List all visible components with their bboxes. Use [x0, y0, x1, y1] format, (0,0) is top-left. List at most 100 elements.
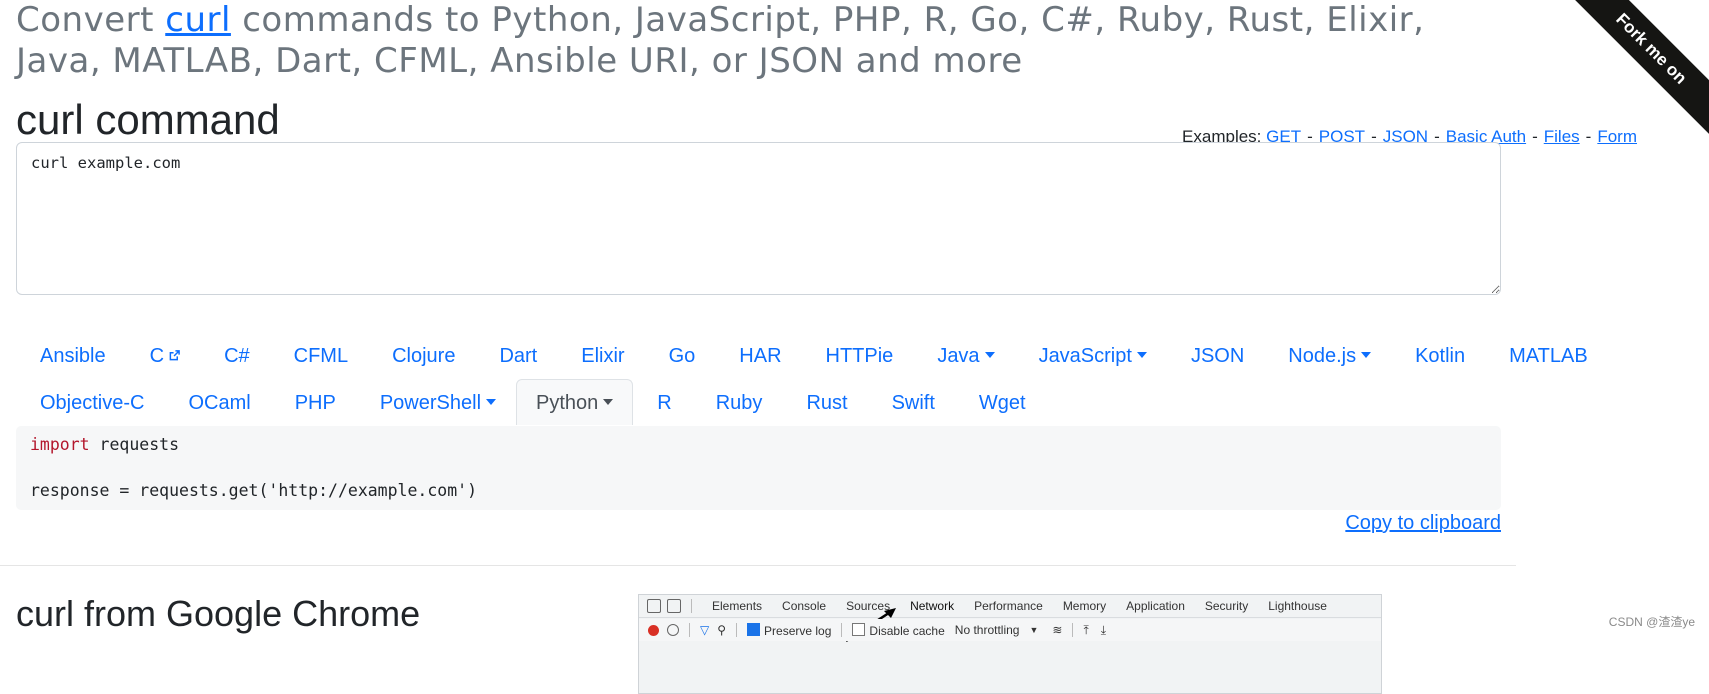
tab-r[interactable]: R — [633, 379, 691, 425]
preserve-log-checkbox: Preserve log — [747, 622, 832, 638]
copy-to-clipboard-link[interactable]: Copy to clipboard — [1345, 512, 1501, 535]
search-icon: ⚲ — [717, 623, 727, 637]
tab-java[interactable]: Java — [913, 332, 1014, 378]
inspect-element-icon — [647, 599, 661, 613]
watermark-text: CSDN @渣渣ye — [1608, 615, 1695, 629]
tab-php[interactable]: PHP — [271, 379, 356, 425]
tab-label: Clojure — [392, 345, 456, 367]
separator — [736, 623, 738, 637]
devtools-tab-network: Network — [910, 599, 955, 613]
record-icon — [648, 624, 659, 636]
chevron-down-icon — [486, 399, 497, 405]
tab-powershell[interactable]: PowerShell — [356, 379, 516, 425]
language-tabs-row-2: Objective-C OCaml PHP PowerShell Python … — [16, 379, 1046, 425]
code-import-rest: requests — [89, 435, 180, 454]
tab-label: Kotlin — [1415, 345, 1466, 367]
checkbox-unchecked-icon — [852, 622, 866, 636]
upload-icon: ⤒ — [1083, 622, 1089, 637]
tab-javascript[interactable]: JavaScript — [1015, 332, 1167, 378]
devtools-tab-console: Console — [782, 599, 827, 613]
throttling-select: No throttling — [954, 623, 1020, 637]
devtools-network-toolbar: ▽ ⚲ Preserve log Disable cache No thrott… — [639, 619, 1381, 641]
download-icon: ⤓ — [1100, 622, 1107, 637]
tab-objective-c[interactable]: Objective-C — [16, 379, 164, 425]
tab-label: Wget — [978, 392, 1026, 414]
tab-go[interactable]: Go — [645, 332, 716, 378]
tab-label: Java — [937, 345, 980, 367]
tab-label: Elixir — [581, 345, 625, 367]
devtools-tab-elements: Elements — [712, 599, 763, 613]
chevron-down-icon — [984, 352, 995, 358]
disable-cache-label: Disable cache — [869, 623, 945, 638]
separator — [691, 599, 692, 613]
separator: - — [1585, 127, 1592, 146]
curl-link[interactable]: curl — [165, 0, 231, 40]
chevron-down-icon — [1136, 352, 1147, 358]
curl-command-input[interactable] — [16, 142, 1501, 295]
page-hero-title: Convert curl commands to Python, JavaScr… — [16, 0, 1456, 82]
tab-label: Swift — [891, 392, 935, 414]
tab-label: R — [657, 392, 672, 414]
devtools-tab-application: Application — [1126, 599, 1185, 613]
devtools-tab-security: Security — [1204, 599, 1249, 613]
tab-label: Ruby — [715, 392, 763, 414]
tab-label: Node.js — [1288, 345, 1357, 367]
section-divider — [0, 565, 1516, 566]
language-tabs-row-1: Ansible C C# CFML Clojure Dart Elixir Go… — [16, 332, 1608, 378]
chevron-down-icon: ▼ — [1029, 625, 1039, 635]
device-toolbar-icon — [667, 599, 681, 613]
separator — [689, 623, 690, 637]
separator — [1072, 623, 1074, 637]
separator: - — [1532, 127, 1538, 146]
tab-ansible[interactable]: Ansible — [16, 332, 126, 378]
tab-label: Go — [668, 345, 696, 367]
chevron-down-icon — [1361, 352, 1372, 358]
tab-wget[interactable]: Wget — [955, 379, 1046, 425]
example-form-link[interactable]: Form — [1597, 127, 1637, 146]
tab-cfml[interactable]: CFML — [270, 332, 368, 378]
code-response-line: response = requests.get('http://example.… — [30, 481, 478, 500]
tab-csharp[interactable]: C# — [200, 332, 270, 378]
tab-label: MATLAB — [1509, 345, 1588, 367]
tab-label: HAR — [739, 345, 782, 367]
tab-label: JavaScript — [1038, 345, 1132, 367]
tab-label: Python — [536, 392, 599, 414]
tab-label: PHP — [294, 392, 336, 414]
tab-rust[interactable]: Rust — [782, 379, 867, 425]
filter-icon: ▽ — [700, 623, 710, 637]
tab-label: C# — [224, 345, 250, 367]
tab-label: HTTPie — [825, 345, 894, 367]
tab-nodejs[interactable]: Node.js — [1264, 332, 1391, 378]
tab-swift[interactable]: Swift — [868, 379, 955, 425]
tab-label: OCaml — [188, 392, 251, 414]
devtools-tab-bar: Elements Console Sources Network Perform… — [639, 595, 1381, 618]
tab-python[interactable]: Python — [516, 379, 634, 425]
example-files-link[interactable]: Files — [1544, 127, 1580, 146]
tab-dart[interactable]: Dart — [475, 332, 557, 378]
clear-icon — [667, 624, 679, 636]
preserve-log-label: Preserve log — [764, 623, 832, 638]
chrome-section-heading: curl from Google Chrome — [16, 593, 421, 634]
devtools-tab-lighthouse: Lighthouse — [1268, 599, 1327, 613]
devtools-tab-performance: Performance — [974, 599, 1043, 613]
tab-json[interactable]: JSON — [1167, 332, 1264, 378]
tab-label: CFML — [293, 345, 349, 367]
devtools-screenshot: Elements Console Sources Network Perform… — [638, 594, 1382, 694]
tab-label: PowerShell — [379, 392, 482, 414]
generated-code-output[interactable]: import requests response = requests.get(… — [16, 426, 1501, 510]
tab-httpie[interactable]: HTTPie — [802, 332, 914, 378]
tab-ruby[interactable]: Ruby — [692, 379, 783, 425]
chevron-down-icon — [603, 399, 614, 405]
tab-c[interactable]: C — [126, 332, 200, 378]
curl-command-heading: curl command — [16, 96, 280, 143]
code-keyword-import: import — [30, 435, 90, 454]
tab-clojure[interactable]: Clojure — [368, 332, 475, 378]
tab-ocaml[interactable]: OCaml — [164, 379, 270, 425]
tab-label: Ansible — [40, 345, 106, 367]
tab-kotlin[interactable]: Kotlin — [1391, 332, 1485, 378]
tab-matlab[interactable]: MATLAB — [1485, 332, 1608, 378]
tab-har[interactable]: HAR — [715, 332, 801, 378]
tab-elixir[interactable]: Elixir — [557, 332, 644, 378]
tab-label: Dart — [499, 345, 538, 367]
checkbox-checked-icon — [747, 622, 761, 636]
